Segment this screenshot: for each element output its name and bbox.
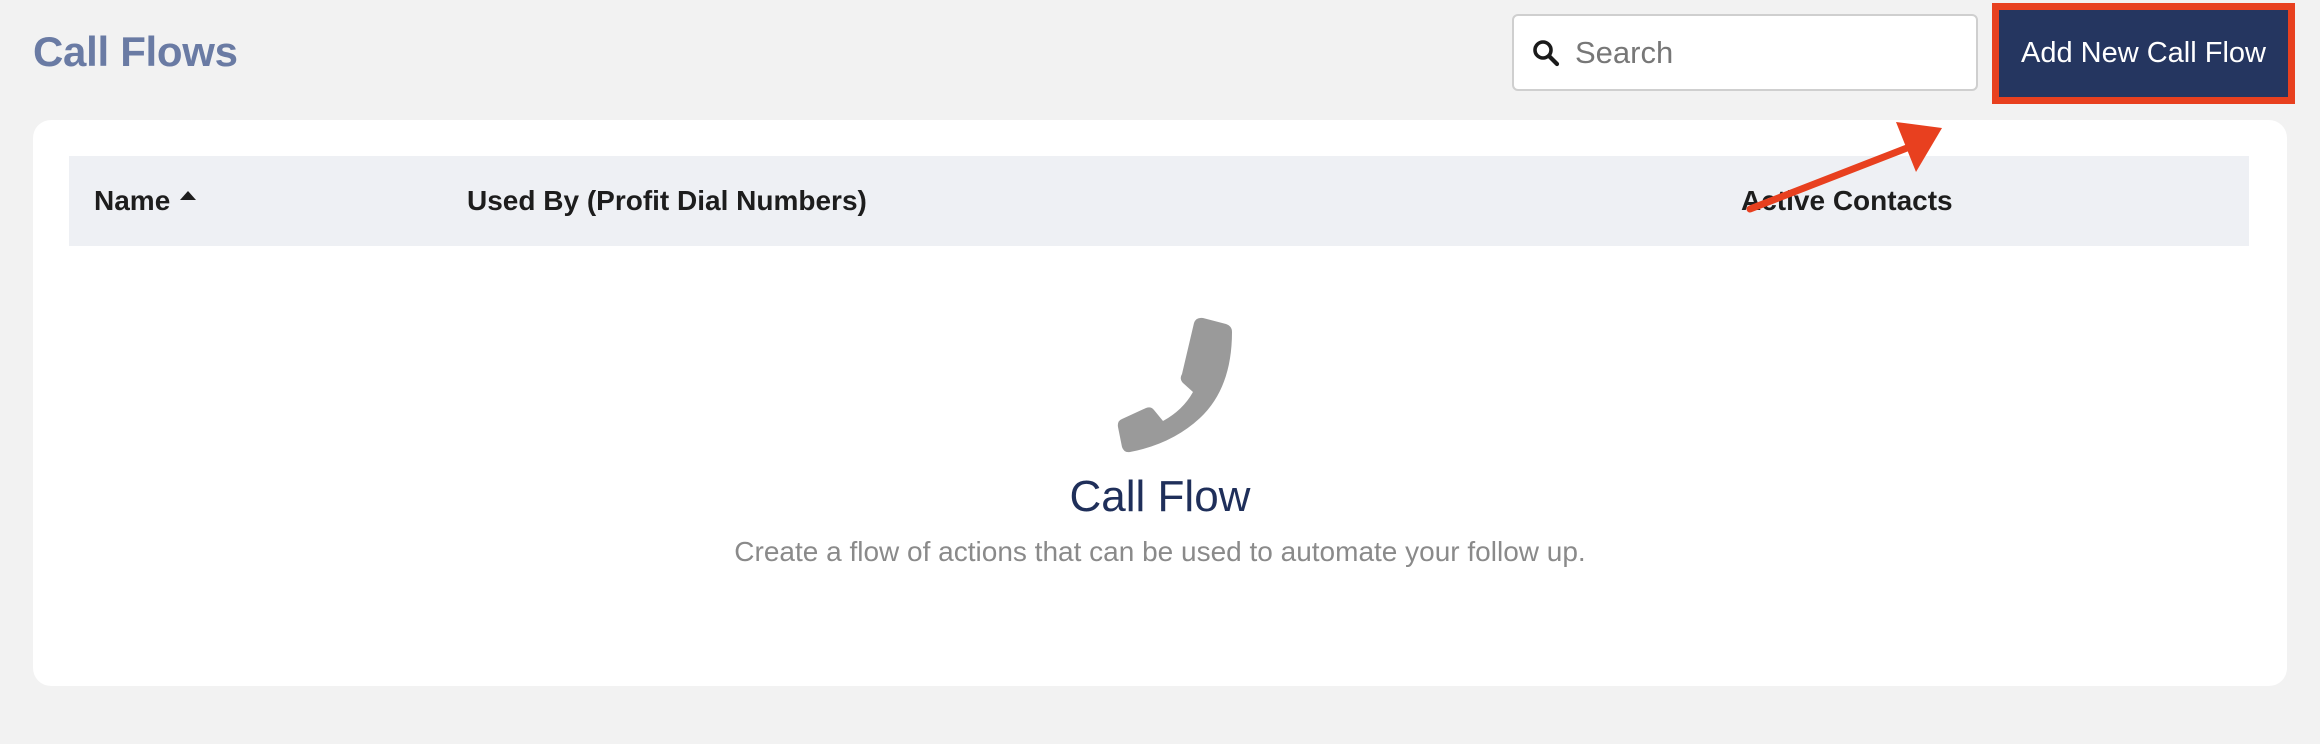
column-header-active-contacts-label: Active Contacts — [1741, 185, 1953, 216]
page-title: Call Flows — [33, 28, 238, 75]
search-icon — [1531, 38, 1561, 68]
table-header: Name Used By (Profit Dial Numbers) Activ… — [69, 156, 2249, 246]
search-box[interactable] — [1512, 14, 1978, 91]
column-header-used-by[interactable]: Used By (Profit Dial Numbers) — [467, 156, 867, 246]
empty-state-title: Call Flow — [1069, 472, 1251, 521]
column-header-name-label: Name — [94, 185, 171, 216]
empty-state-description: Create a flow of actions that can be use… — [734, 536, 1586, 567]
search-input[interactable] — [1575, 34, 1955, 71]
call-flows-card: Name Used By (Profit Dial Numbers) Activ… — [33, 120, 2287, 686]
empty-state: Call Flow Create a flow of actions that … — [33, 310, 2287, 568]
column-header-used-by-label: Used By (Profit Dial Numbers) — [467, 185, 867, 216]
phone-icon — [1090, 310, 1240, 460]
column-header-active-contacts[interactable]: Active Contacts — [1741, 156, 1953, 246]
column-header-name[interactable]: Name — [94, 156, 197, 246]
highlight-frame: Add New Call Flow — [1992, 3, 2295, 104]
sort-ascending-icon — [180, 191, 197, 201]
add-new-call-flow-button[interactable]: Add New Call Flow — [1999, 10, 2288, 97]
call-flows-page: Call Flows Add New Call Flow Name Used B… — [0, 0, 2320, 744]
